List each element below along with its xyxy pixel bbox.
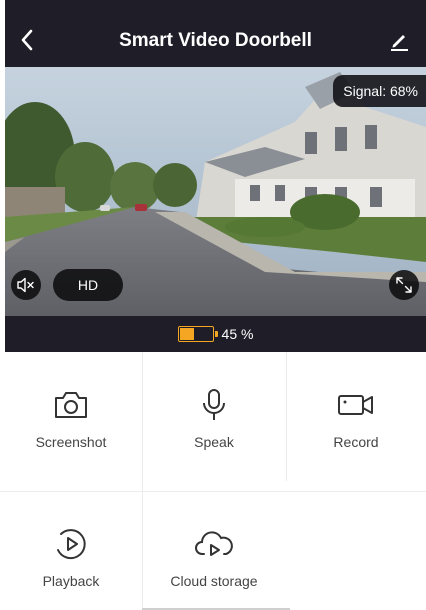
edit-button[interactable] <box>386 27 412 53</box>
video-camera-icon <box>338 395 373 415</box>
battery-level-fill <box>179 328 194 340</box>
speak-label: Speak <box>194 434 234 450</box>
battery-percentage: 45 % <box>221 326 254 342</box>
signal-strength-badge: Signal: 68% <box>333 75 426 107</box>
battery-icon <box>177 326 218 342</box>
playback-button[interactable]: Playback <box>0 481 142 610</box>
back-button[interactable] <box>15 26 39 54</box>
page-title: Smart Video Doorbell <box>119 30 312 51</box>
screenshot-label: Screenshot <box>35 434 107 450</box>
battery-status-bar: 45 % <box>5 316 426 352</box>
fullscreen-button[interactable] <box>389 270 419 300</box>
record-label: Record <box>333 434 379 450</box>
expand-icon <box>396 277 412 293</box>
page-title-wrap: Smart Video Doorbell <box>5 30 426 52</box>
playback-label: Playback <box>42 573 100 589</box>
cloud-play-icon <box>195 531 233 556</box>
video-quality-button[interactable]: HD <box>53 269 123 301</box>
speak-button[interactable]: Speak <box>142 352 286 481</box>
top-bar: Smart Video Doorbell <box>5 0 426 67</box>
live-video-view[interactable]: Signal: 68% HD <box>5 67 426 316</box>
playback-icon <box>57 529 86 560</box>
microphone-icon <box>203 389 225 420</box>
action-grid: Screenshot Speak Record Playback Cloud s… <box>0 352 426 610</box>
speaker-muted-icon <box>17 277 34 293</box>
camera-icon <box>55 392 87 418</box>
screenshot-button[interactable]: Screenshot <box>0 352 142 481</box>
cloud-storage-label: Cloud storage <box>170 573 258 589</box>
record-button[interactable]: Record <box>286 352 426 481</box>
cloud-storage-button[interactable]: Cloud storage <box>142 481 286 610</box>
pencil-icon <box>391 35 408 51</box>
mute-button[interactable] <box>11 270 41 300</box>
chevron-left-icon <box>21 29 33 51</box>
